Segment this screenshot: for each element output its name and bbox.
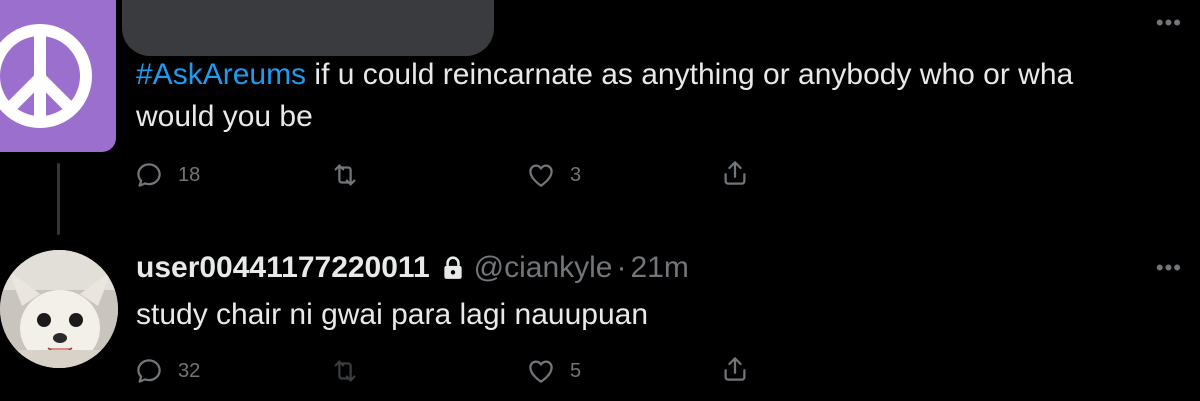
tweet-text-line1: if u could reincarnate as anything or an… <box>306 58 1074 91</box>
user-handle[interactable]: @ciankyle <box>474 251 613 285</box>
like-button[interactable]: 3 <box>526 160 581 190</box>
tweet-header: user00441177220011 @ciankyle · 21m <box>136 248 689 288</box>
like-count: 3 <box>570 163 582 186</box>
timestamp[interactable]: 21m <box>631 251 689 285</box>
like-count: 5 <box>570 359 582 382</box>
heart-icon <box>529 164 553 187</box>
reply-icon <box>137 359 161 383</box>
reply-icon <box>137 163 161 187</box>
more-icon[interactable]: ••• <box>1156 10 1182 36</box>
avatar-dog[interactable] <box>0 250 118 368</box>
reply-count: 18 <box>178 163 201 186</box>
like-button[interactable]: 5 <box>526 356 581 386</box>
hashtag-link[interactable]: #AskAreums <box>136 58 306 91</box>
display-name[interactable]: user00441177220011 <box>136 251 430 285</box>
thread-connector-line <box>57 163 60 235</box>
share-button[interactable] <box>720 354 750 384</box>
reply-text: study chair ni gwai para lagi nauupuan <box>136 298 649 331</box>
blurred-username <box>122 0 494 56</box>
retweet-button[interactable] <box>330 160 374 190</box>
reply-button[interactable]: 18 <box>134 160 200 190</box>
share-icon <box>724 357 746 381</box>
reply-button[interactable]: 32 <box>134 356 200 386</box>
share-button[interactable] <box>720 158 750 188</box>
retweet-icon <box>334 360 356 382</box>
retweet-button[interactable] <box>330 356 374 386</box>
heart-icon <box>529 360 553 383</box>
lock-icon <box>443 256 462 279</box>
peace-sign-icon <box>0 24 92 128</box>
more-icon[interactable]: ••• <box>1156 255 1182 281</box>
share-icon <box>724 161 746 185</box>
reply-count: 32 <box>178 359 201 382</box>
avatar-peace-sign[interactable] <box>0 0 116 152</box>
retweet-icon <box>334 164 356 186</box>
chihuahua-avatar-image <box>0 250 118 368</box>
tweet-text: #AskAreums if u could reincarnate as any… <box>136 54 1186 138</box>
dot-separator: · <box>616 251 627 284</box>
tweet-text-line2: would you be <box>136 100 313 133</box>
